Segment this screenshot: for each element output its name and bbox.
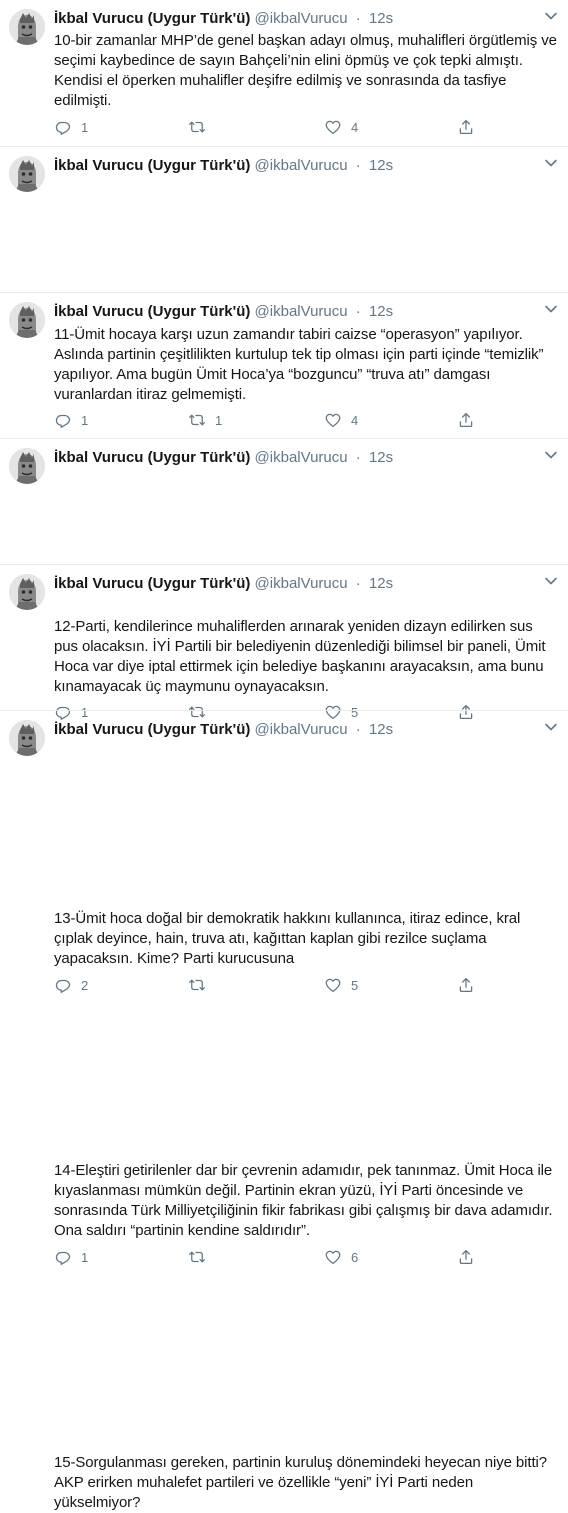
chevron-down-icon[interactable]: [544, 450, 558, 460]
author-name[interactable]: İkbal Vurucu (Uygur Türk'ü): [54, 303, 250, 320]
like-count: 4: [351, 119, 359, 135]
reply-count: 1: [81, 119, 89, 135]
author-handle[interactable]: @ikbalVurucu: [255, 157, 348, 174]
separator: ·: [355, 721, 361, 738]
like-icon: [325, 1250, 341, 1265]
share-button[interactable]: [457, 117, 475, 137]
retweet-button[interactable]: [188, 117, 215, 137]
avatar[interactable]: [9, 9, 45, 45]
tweet-text: 10-bir zamanlar MHP’de genel başkan aday…: [54, 32, 561, 109]
tweet[interactable]: İkbal Vurucu (Uygur Türk'ü) @ikbalVurucu…: [0, 147, 568, 428]
avatar[interactable]: [9, 448, 45, 484]
share-icon: [459, 119, 473, 135]
avatar[interactable]: [9, 302, 45, 338]
chevron-down-icon[interactable]: [544, 576, 558, 586]
timestamp[interactable]: 12s: [369, 157, 393, 174]
like-icon: [325, 978, 341, 993]
avatar[interactable]: [9, 574, 45, 610]
separator: ·: [355, 575, 361, 592]
reply-icon: [55, 121, 71, 135]
like-count: 6: [351, 1249, 359, 1265]
tweet[interactable]: İkbal Vurucu (Uygur Türk'ü) @ikbalVurucu…: [0, 439, 568, 993]
separator: ·: [355, 10, 361, 27]
tweet[interactable]: İkbal Vurucu (Uygur Türk'ü) @ikbalVurucu…: [0, 565, 568, 1265]
timestamp[interactable]: 12s: [369, 721, 393, 738]
separator: ·: [355, 157, 361, 174]
author-name[interactable]: İkbal Vurucu (Uygur Türk'ü): [54, 449, 250, 466]
reply-icon: [55, 979, 71, 993]
author-handle[interactable]: @ikbalVurucu: [255, 10, 348, 27]
tweet-text: 15-Sorgulanması gereken, partinin kurulu…: [54, 1454, 551, 1511]
tweet[interactable]: İkbal Vurucu (Uygur Türk'ü) @ikbalVurucu…: [0, 0, 568, 147]
like-button[interactable]: 5: [324, 975, 358, 995]
like-button[interactable]: 6: [324, 1247, 358, 1267]
tweet-text: 14-Eleştiri getirilenler dar bir çevreni…: [54, 1162, 557, 1239]
author-name[interactable]: İkbal Vurucu (Uygur Türk'ü): [54, 157, 250, 174]
reply-count: 2: [81, 977, 89, 993]
retweet-icon: [189, 1251, 205, 1263]
retweet-button[interactable]: [188, 1247, 215, 1267]
author-handle[interactable]: @ikbalVurucu: [255, 303, 348, 320]
avatar[interactable]: [9, 720, 45, 756]
chevron-down-icon[interactable]: [544, 158, 558, 168]
timestamp[interactable]: 12s: [369, 10, 393, 27]
share-button[interactable]: [457, 975, 475, 995]
tweet-text: 13-Ümit hoca doğal bir demokratik hakkın…: [54, 910, 525, 967]
like-icon: [325, 120, 341, 135]
reply-button[interactable]: 2: [54, 975, 88, 995]
share-button[interactable]: [457, 1247, 475, 1267]
retweet-button[interactable]: [188, 975, 215, 995]
avatar[interactable]: [9, 156, 45, 192]
separator: ·: [355, 449, 361, 466]
tweet[interactable]: İkbal Vurucu (Uygur Türk'ü) @ikbalVurucu…: [0, 711, 568, 1511]
retweet-icon: [189, 979, 205, 991]
like-count: 5: [351, 977, 359, 993]
author-handle[interactable]: @ikbalVurucu: [255, 575, 348, 592]
reply-button[interactable]: 1: [54, 1247, 88, 1267]
author-name[interactable]: İkbal Vurucu (Uygur Türk'ü): [54, 721, 250, 738]
share-icon: [459, 1249, 473, 1265]
timestamp[interactable]: 12s: [369, 575, 393, 592]
separator: ·: [355, 303, 361, 320]
chevron-down-icon[interactable]: [544, 11, 558, 21]
like-button[interactable]: 4: [324, 117, 358, 137]
reply-button[interactable]: 1: [54, 117, 88, 137]
author-name[interactable]: İkbal Vurucu (Uygur Türk'ü): [54, 10, 250, 27]
reply-icon: [55, 1251, 71, 1265]
timestamp[interactable]: 12s: [369, 449, 393, 466]
retweet-icon: [189, 121, 205, 133]
tweet[interactable]: İkbal Vurucu (Uygur Türk'ü) @ikbalVurucu…: [0, 293, 568, 720]
author-name[interactable]: İkbal Vurucu (Uygur Türk'ü): [54, 575, 250, 592]
chevron-down-icon[interactable]: [544, 304, 558, 314]
author-handle[interactable]: @ikbalVurucu: [255, 449, 348, 466]
author-handle[interactable]: @ikbalVurucu: [255, 721, 348, 738]
chevron-down-icon[interactable]: [544, 722, 558, 732]
timestamp[interactable]: 12s: [369, 303, 393, 320]
reply-count: 1: [81, 1249, 89, 1265]
share-icon: [459, 977, 473, 993]
